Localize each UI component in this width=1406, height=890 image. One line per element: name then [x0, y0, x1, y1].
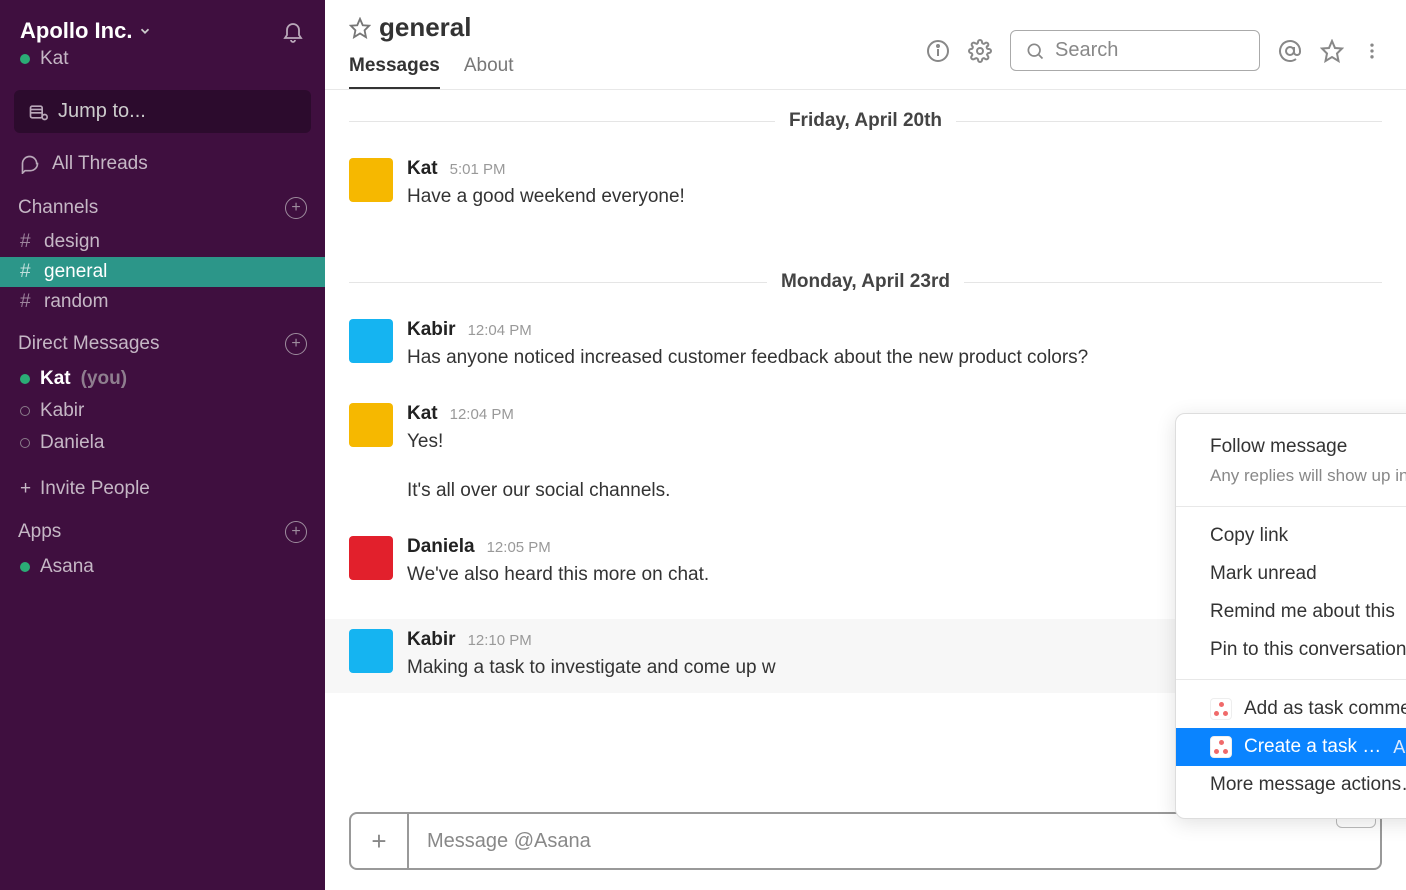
- message-user[interactable]: Kabir: [407, 319, 456, 341]
- jump-to-icon: [28, 102, 48, 122]
- message-time: 12:04 PM: [468, 322, 532, 339]
- tab-about[interactable]: About: [464, 49, 514, 89]
- asana-icon: [1210, 698, 1232, 720]
- presence-dot-icon: [20, 374, 30, 384]
- jump-to[interactable]: Jump to...: [14, 90, 311, 133]
- dm-kabir[interactable]: Kabir: [0, 395, 325, 427]
- dm-heading: Direct Messages: [18, 333, 160, 355]
- divider: [1176, 506, 1406, 507]
- search-placeholder: Search: [1055, 39, 1118, 62]
- channels-heading: Channels: [18, 197, 98, 219]
- app-asana[interactable]: Asana: [0, 551, 325, 583]
- avatar[interactable]: [349, 403, 393, 447]
- channel-random[interactable]: #random: [0, 287, 325, 317]
- invite-people[interactable]: + Invite People: [0, 473, 325, 505]
- info-icon[interactable]: [926, 39, 950, 63]
- avatar[interactable]: [349, 158, 393, 202]
- message-time: 12:05 PM: [487, 539, 551, 556]
- channel-design[interactable]: #design: [0, 227, 325, 257]
- chevron-down-icon: [138, 24, 152, 38]
- search-icon: [1025, 41, 1045, 61]
- more-icon[interactable]: [1362, 39, 1382, 63]
- menu-copy-link[interactable]: Copy link: [1176, 517, 1406, 555]
- all-threads[interactable]: All Threads: [0, 147, 325, 181]
- add-channel-button[interactable]: +: [285, 197, 307, 219]
- star-icon[interactable]: [1320, 39, 1344, 63]
- bell-icon[interactable]: [281, 19, 305, 43]
- dm-daniela[interactable]: Daniela: [0, 427, 325, 459]
- presence-dot-off-icon: [20, 438, 30, 448]
- message[interactable]: Kat 5:01 PM Have a good weekend everyone!: [349, 158, 1382, 211]
- avatar[interactable]: [349, 536, 393, 580]
- channel-header: general Messages About Sear: [325, 0, 1406, 90]
- message-text: Have a good weekend everyone!: [407, 182, 1382, 211]
- menu-create-task[interactable]: Create a task … Asana: [1176, 728, 1406, 766]
- divider: [1176, 679, 1406, 680]
- message-context-menu: Follow message Any replies will show up …: [1175, 413, 1406, 819]
- message-input[interactable]: Message @Asana: [409, 830, 1380, 853]
- main-panel: general Messages About Sear: [325, 0, 1406, 890]
- message-user[interactable]: Kabir: [407, 629, 456, 651]
- message-text: Has anyone noticed increased customer fe…: [407, 343, 1382, 372]
- mentions-icon[interactable]: [1278, 39, 1302, 63]
- presence-dot-icon: [20, 54, 30, 64]
- asana-icon: [1210, 736, 1232, 758]
- attach-button[interactable]: +: [351, 814, 409, 868]
- sidebar: Apollo Inc. Kat Jump to... All Threads C…: [0, 0, 325, 890]
- message-time: 12:10 PM: [468, 632, 532, 649]
- workspace-switcher[interactable]: Apollo Inc.: [20, 18, 152, 44]
- menu-add-task-comment[interactable]: Add as task comment … Asana: [1176, 690, 1406, 728]
- message-time: 5:01 PM: [450, 161, 506, 178]
- date-divider: Monday, April 23rd: [767, 271, 964, 292]
- menu-follow-message[interactable]: Follow message: [1176, 428, 1406, 466]
- jump-to-label: Jump to...: [58, 100, 146, 123]
- avatar[interactable]: [349, 319, 393, 363]
- presence-dot-off-icon: [20, 406, 30, 416]
- add-app-button[interactable]: +: [285, 521, 307, 543]
- composer[interactable]: + Message @Asana: [349, 812, 1382, 870]
- add-dm-button[interactable]: +: [285, 333, 307, 355]
- menu-follow-sub: Any replies will show up in All Threads: [1176, 466, 1406, 496]
- message-user[interactable]: Daniela: [407, 536, 475, 558]
- star-icon[interactable]: [349, 17, 371, 39]
- gear-icon[interactable]: [968, 39, 992, 63]
- all-threads-label: All Threads: [52, 153, 148, 175]
- channel-name: general: [379, 12, 472, 43]
- menu-more-actions[interactable]: More message actions…: [1176, 766, 1406, 804]
- message-user[interactable]: Kat: [407, 403, 438, 425]
- plus-icon: +: [20, 478, 30, 500]
- message[interactable]: Kabir 12:04 PM Has anyone noticed increas…: [349, 319, 1382, 372]
- search-input[interactable]: Search: [1010, 30, 1260, 71]
- dm-kat[interactable]: Kat (you): [0, 363, 325, 395]
- menu-remind[interactable]: Remind me about this ›: [1176, 593, 1406, 631]
- workspace-name: Apollo Inc.: [20, 18, 132, 44]
- presence-dot-icon: [20, 562, 30, 572]
- apps-heading: Apps: [18, 521, 61, 543]
- date-divider: Friday, April 20th: [775, 110, 956, 131]
- menu-pin[interactable]: Pin to this conversation …: [1176, 631, 1406, 669]
- message-time: 12:04 PM: [450, 406, 514, 423]
- message-user[interactable]: Kat: [407, 158, 438, 180]
- menu-mark-unread[interactable]: Mark unread: [1176, 555, 1406, 593]
- avatar[interactable]: [349, 629, 393, 673]
- channel-general[interactable]: #general: [0, 257, 325, 287]
- current-user: Kat: [40, 48, 69, 70]
- threads-icon: [20, 154, 40, 174]
- tab-messages[interactable]: Messages: [349, 49, 440, 89]
